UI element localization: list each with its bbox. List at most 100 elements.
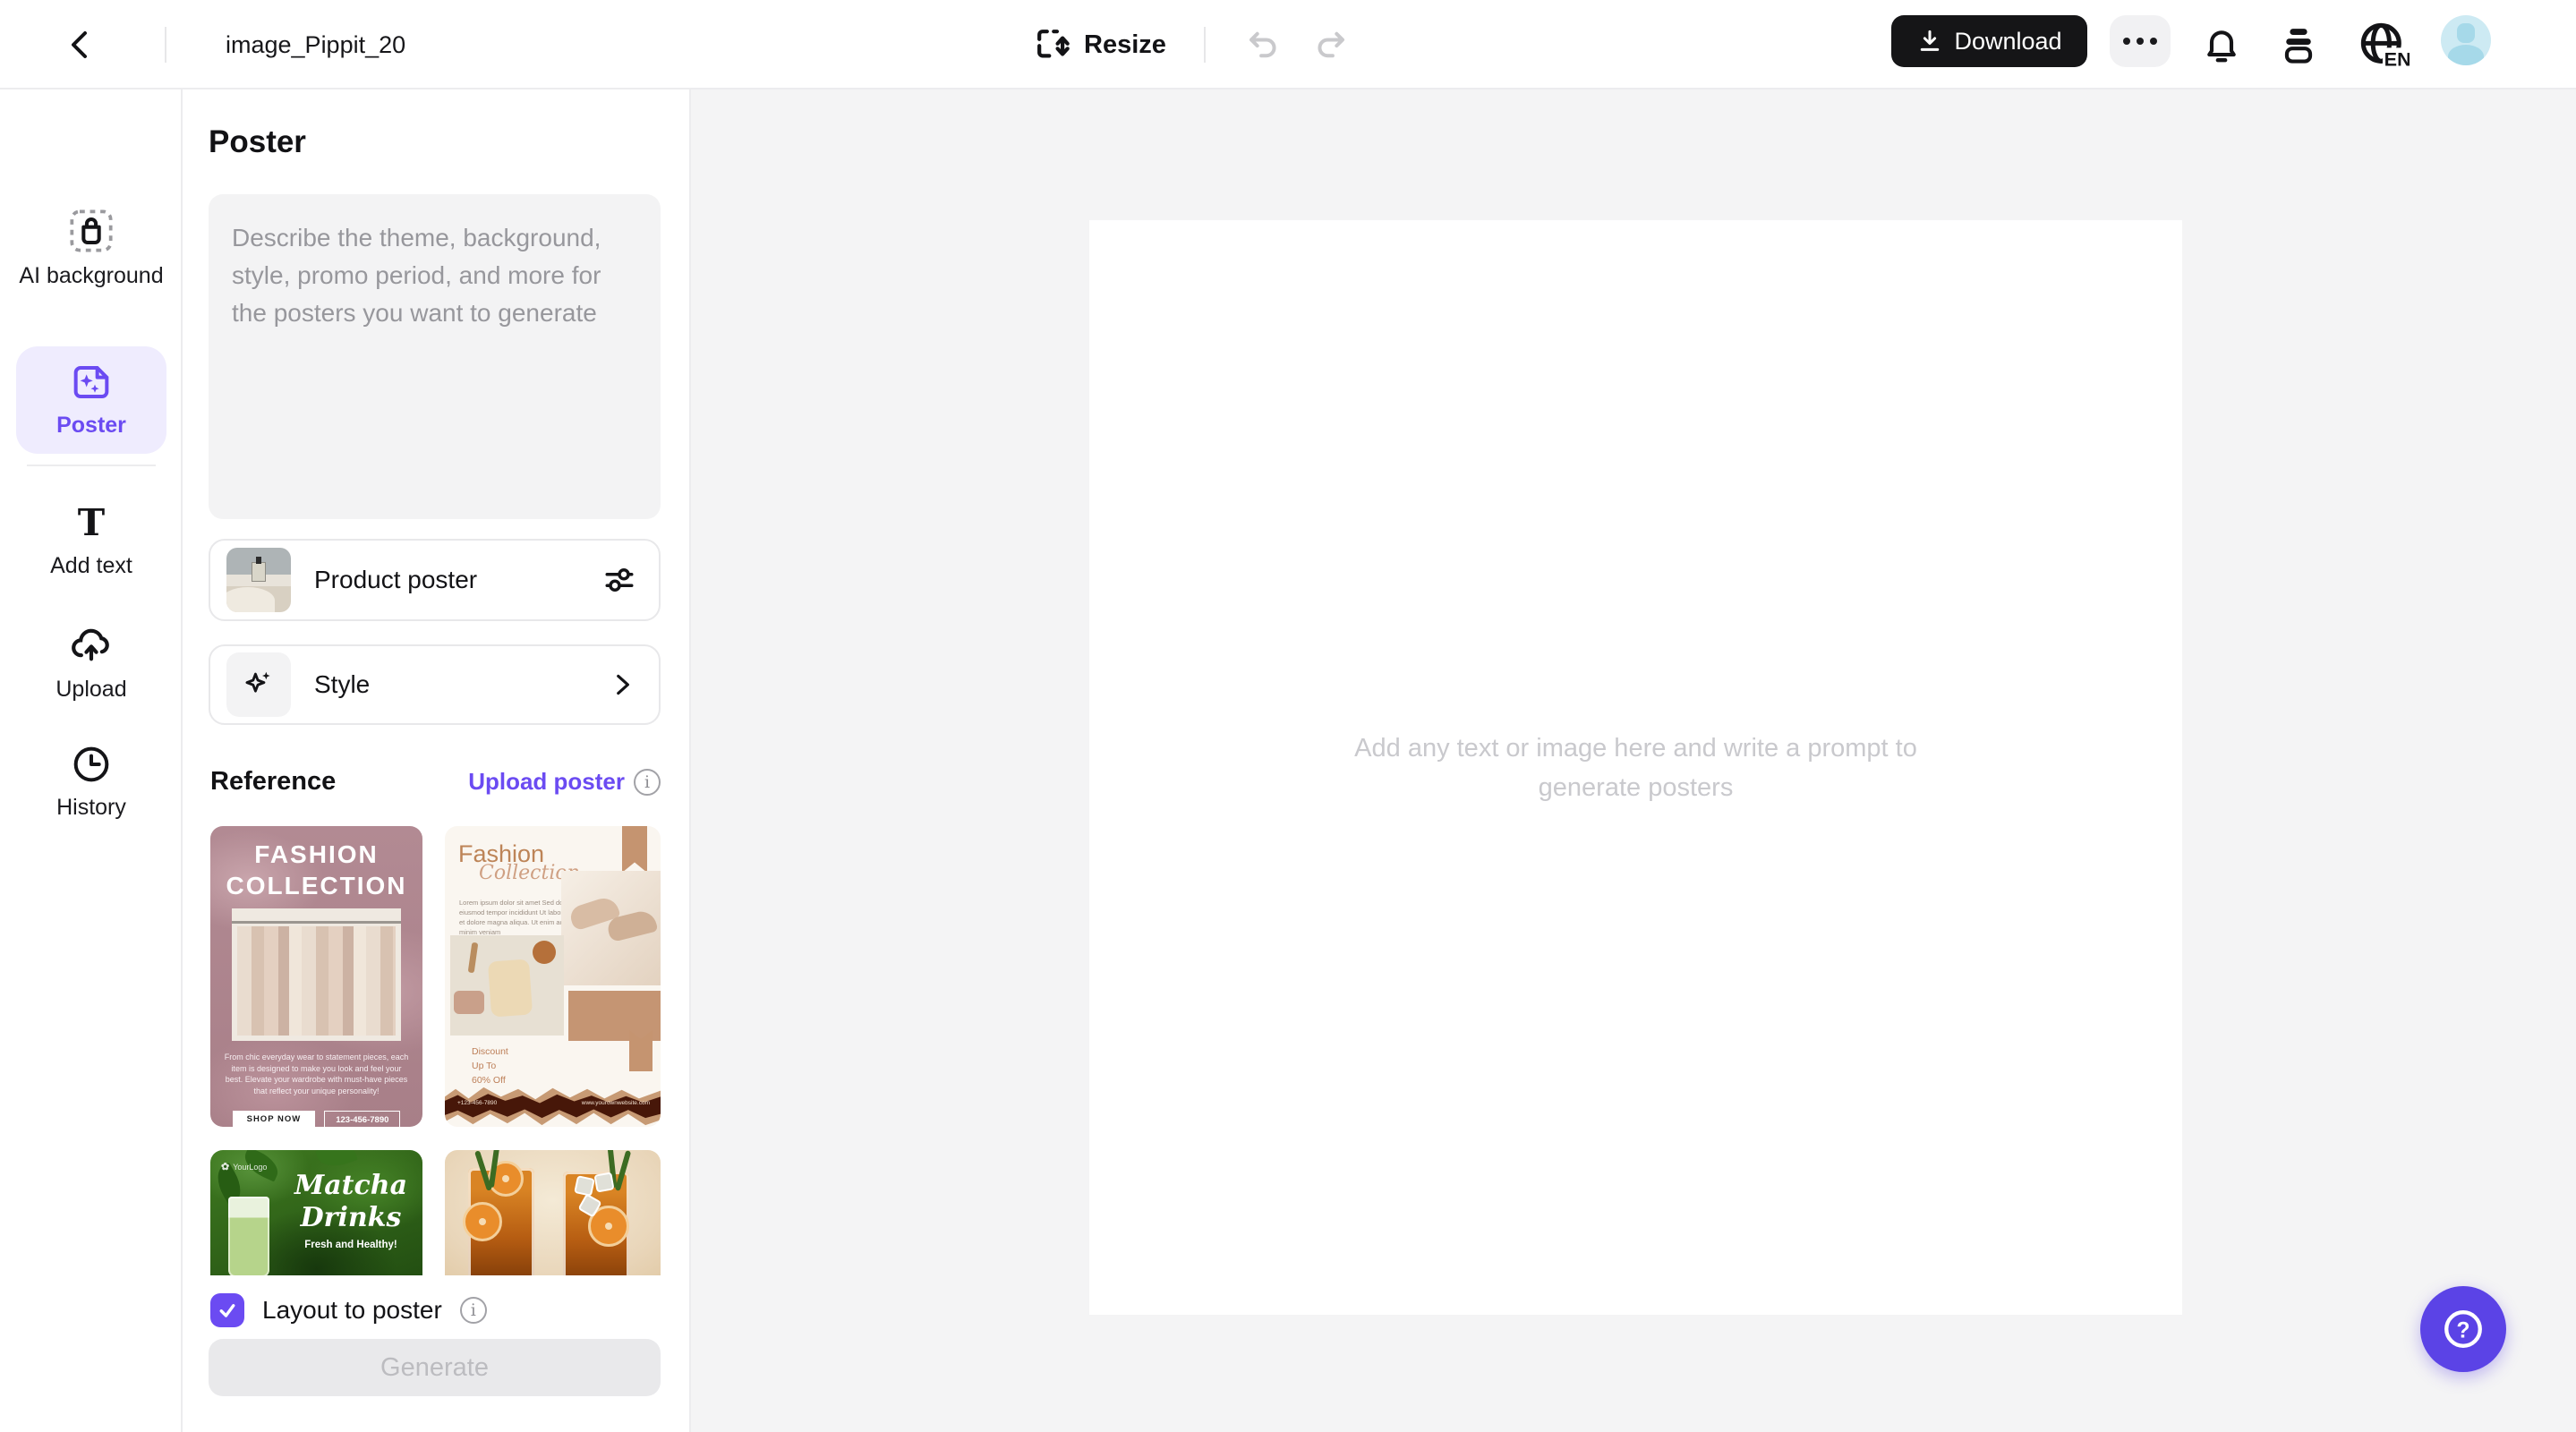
sliders-icon [601, 562, 637, 598]
style-label: Style [314, 670, 607, 699]
download-icon [1916, 28, 1943, 55]
sidebar-item-add-text[interactable]: T Add text [0, 503, 183, 580]
more-button[interactable] [2110, 15, 2171, 67]
upload-poster-info-icon[interactable]: i [634, 769, 661, 796]
poster-icon [70, 361, 113, 404]
layout-to-poster-checkbox[interactable] [210, 1293, 244, 1327]
perfume-cap [256, 557, 261, 564]
upload-poster-label: Upload poster [468, 768, 625, 796]
poster-title: Drinks [286, 1202, 416, 1233]
help-icon: ? [2440, 1306, 2486, 1352]
upload-poster-link[interactable]: Upload poster i [468, 768, 661, 796]
back-icon [64, 29, 97, 61]
check-icon [217, 1300, 238, 1321]
resize-button[interactable]: Resize [1034, 18, 1166, 72]
poster-photo-flatlay [450, 935, 564, 1036]
layout-to-poster-label: Layout to poster [262, 1296, 442, 1325]
sidebar-item-label: History [56, 794, 126, 822]
undo-button[interactable] [1235, 20, 1285, 70]
sidebar-item-label: Add text [50, 552, 132, 580]
canvas-placeholder-text: Add any text or image here and write a p… [1341, 729, 1932, 807]
reference-poster-fashion-cream[interactable]: Fashion Collection Lorem ipsum dolor sit… [445, 826, 661, 1127]
reference-poster-fashion-pink[interactable]: FASHION COLLECTION From chic everyday we… [210, 826, 422, 1127]
upload-icon [69, 623, 114, 668]
discount-line: Up To [472, 1059, 508, 1073]
help-button[interactable]: ? [2420, 1286, 2506, 1372]
reference-poster-matcha[interactable]: ✿YourLogo Matcha Drinks Fresh and Health… [210, 1150, 422, 1275]
poster-photo-shoes [561, 871, 661, 985]
poster-body-text: From chic everyday wear to statement pie… [223, 1052, 410, 1096]
perfume-bottle [252, 562, 266, 582]
sidebar-item-history[interactable]: History [0, 743, 183, 822]
add-text-icon: T [71, 503, 112, 544]
assets-button[interactable] [2273, 20, 2324, 70]
poster-panel: Poster Product poster [183, 90, 691, 1432]
canvas-workspace: Add any text or image here and write a p… [691, 90, 2576, 1432]
ribbon [622, 826, 647, 873]
sidebar-item-upload[interactable]: Upload [0, 623, 183, 703]
sidebar-item-label: AI background [15, 262, 167, 290]
svg-text:?: ? [2457, 1318, 2470, 1342]
globe-icon: EN [2356, 18, 2410, 72]
poster-phone: 123-456-7890 [324, 1111, 400, 1127]
avatar[interactable] [2441, 15, 2491, 65]
poster-phone: +123-456-7890 [457, 1100, 497, 1106]
topbar-divider-2 [1204, 27, 1206, 63]
sidebar-item-poster[interactable]: Poster [16, 346, 166, 454]
avatar-head [2457, 23, 2475, 43]
notifications-button[interactable] [2196, 20, 2247, 70]
redo-button[interactable] [1309, 20, 1359, 70]
artboard[interactable]: Add any text or image here and write a p… [1089, 220, 2182, 1315]
app-root: image_Pippit_20 Resize Download [0, 0, 2576, 1432]
stack-icon [2279, 25, 2318, 64]
document-title[interactable]: image_Pippit_20 [226, 0, 405, 90]
product-poster-settings-button[interactable] [601, 562, 637, 598]
product-poster-thumbnail [226, 548, 291, 612]
reference-header: Reference Upload poster i [210, 767, 661, 797]
layout-to-poster-info-icon[interactable]: i [460, 1297, 487, 1324]
undo-icon [1242, 27, 1278, 63]
poster-subtitle: Fresh and Healthy! [286, 1240, 416, 1250]
style-tile [226, 652, 291, 717]
dune [226, 587, 275, 612]
back-button[interactable] [55, 20, 106, 70]
sidebar-divider [27, 465, 156, 466]
product-poster-card[interactable]: Product poster [209, 539, 661, 621]
discount-line: 60% Off [472, 1073, 508, 1087]
redo-icon [1316, 27, 1352, 63]
resize-label: Resize [1084, 30, 1166, 60]
bell-icon [2202, 25, 2241, 64]
topbar-divider [165, 27, 166, 63]
sparkle-icon [242, 668, 276, 702]
avatar-body [2448, 45, 2484, 65]
color-block [568, 991, 661, 1041]
download-button[interactable]: Download [1891, 15, 2087, 67]
generate-button[interactable]: Generate [209, 1339, 661, 1396]
svg-text:T: T [78, 503, 105, 544]
poster-photo [232, 908, 401, 1041]
language-code: EN [2384, 47, 2410, 70]
discount-line: Discount [472, 1044, 508, 1059]
style-expand-button[interactable] [607, 669, 637, 700]
download-label: Download [1954, 28, 2061, 55]
topbar: image_Pippit_20 Resize Download [0, 0, 2576, 90]
style-card[interactable]: Style [209, 644, 661, 725]
resize-icon [1034, 26, 1071, 64]
history-icon [70, 743, 113, 786]
panel-title: Poster [209, 124, 306, 160]
sidebar-item-label: Upload [55, 676, 126, 703]
ai-background-icon [68, 208, 115, 254]
layout-to-poster-row: Layout to poster i [210, 1293, 487, 1327]
reference-heading: Reference [210, 767, 468, 797]
sidebar: AI background Poster T Add text Upload [0, 90, 183, 1432]
product-poster-label: Product poster [314, 566, 601, 594]
poster-title: COLLECTION [210, 870, 422, 901]
sidebar-item-ai-background[interactable]: AI background [0, 208, 183, 290]
poster-logo: YourLogo [233, 1163, 267, 1172]
prompt-input[interactable] [209, 194, 661, 519]
language-button[interactable]: EN [2354, 16, 2411, 73]
matcha-glass [228, 1197, 269, 1275]
poster-body-text: Lorem ipsum dolor sit amet Sed do eiusmo… [459, 898, 571, 937]
sidebar-item-label: Poster [56, 412, 126, 439]
reference-poster-orange-drinks[interactable] [445, 1150, 661, 1275]
